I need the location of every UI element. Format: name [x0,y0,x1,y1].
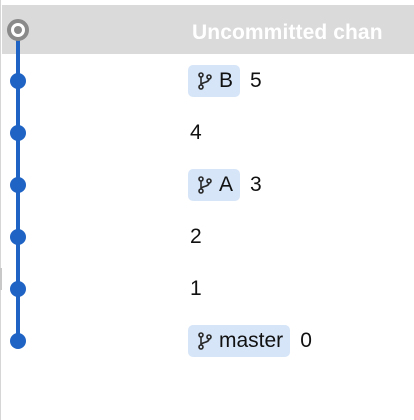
commit-message: 3 [250,173,262,196]
uncommitted-changes-row[interactable]: Uncommitted chan [2,5,414,54]
gutter-marker [0,268,2,290]
uncommitted-node-icon[interactable] [7,19,29,41]
commit-row[interactable]: master 0 [188,325,312,357]
branch-name: master [219,329,284,352]
git-branch-icon [197,332,213,350]
commit-row[interactable]: 4 [188,117,202,149]
commit-node[interactable] [10,125,26,141]
branch-tag-b[interactable]: B [188,65,241,97]
commit-node[interactable] [10,73,26,89]
commit-node[interactable] [10,229,26,245]
branch-tag-master[interactable]: master [188,325,291,357]
branch-name: A [219,173,234,196]
commit-row[interactable]: A 3 [188,169,262,201]
commit-row[interactable]: 1 [188,273,202,305]
commit-node[interactable] [10,281,26,297]
commit-message: 4 [190,121,202,144]
panel-left-border [0,0,1,420]
commit-row[interactable]: 2 [188,221,202,253]
commit-message: 1 [190,277,202,300]
branch-name: B [219,69,234,92]
git-branch-icon [197,176,213,194]
branch-tag-a[interactable]: A [188,169,241,201]
commit-message: 0 [300,329,312,352]
uncommitted-changes-label: Uncommitted chan [192,21,383,44]
commit-node[interactable] [10,333,26,349]
commit-message: 5 [250,69,262,92]
commit-node[interactable] [10,177,26,193]
git-branch-icon [197,72,213,90]
commit-row[interactable]: B 5 [188,65,262,97]
commit-message: 2 [190,225,202,248]
